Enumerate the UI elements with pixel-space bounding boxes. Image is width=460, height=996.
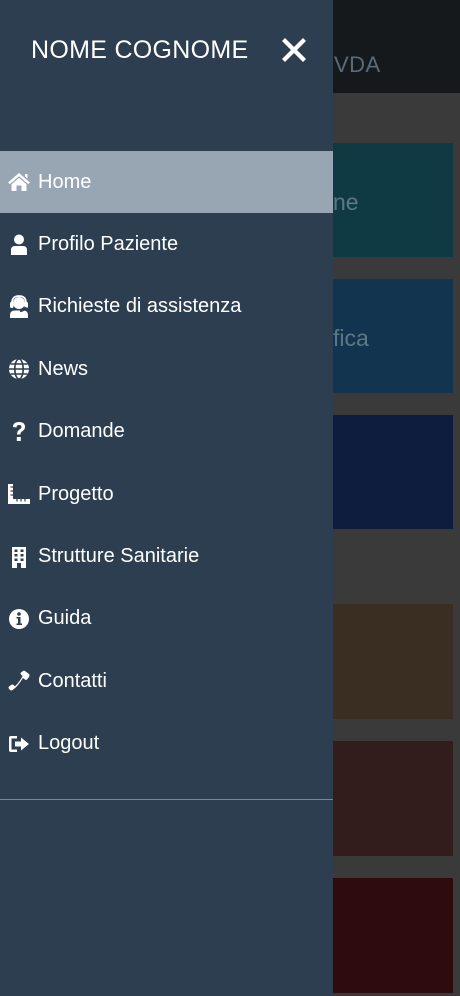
menu-divider bbox=[0, 799, 333, 800]
question-icon bbox=[0, 421, 38, 443]
phone-icon bbox=[0, 670, 38, 692]
user-name: NOME COGNOME bbox=[31, 36, 249, 64]
building-icon bbox=[0, 546, 38, 568]
menu-item-home[interactable]: Home bbox=[0, 151, 333, 214]
menu-item-profilo-paziente[interactable]: Profilo Paziente bbox=[0, 213, 333, 275]
drawer-header: NOME COGNOME bbox=[0, 0, 333, 110]
menu-item-domande[interactable]: Domande bbox=[0, 401, 333, 463]
app-screen: VDA ne fica NOME COGNOME Home Profilo Pa… bbox=[0, 0, 460, 996]
drawer-menu: Home Profilo Paziente Richieste di assis… bbox=[0, 151, 333, 775]
menu-item-contatti[interactable]: Contatti bbox=[0, 650, 333, 712]
menu-item-label: News bbox=[38, 357, 89, 380]
navigation-drawer: NOME COGNOME Home Profilo Paziente Richi… bbox=[0, 0, 333, 996]
background-card[interactable] bbox=[313, 878, 453, 993]
menu-item-strutture-sanitarie[interactable]: Strutture Sanitarie bbox=[0, 525, 333, 587]
home-icon bbox=[0, 172, 38, 192]
close-button[interactable] bbox=[278, 34, 310, 66]
globe-icon bbox=[0, 358, 38, 381]
ruler-icon bbox=[0, 483, 38, 505]
menu-item-label: Richieste di assistenza bbox=[38, 295, 242, 318]
background-header-title: VDA bbox=[334, 52, 381, 77]
background-card[interactable]: fica bbox=[313, 279, 453, 393]
support-agent-icon bbox=[0, 295, 38, 319]
info-icon bbox=[0, 608, 38, 630]
close-icon bbox=[282, 38, 306, 62]
menu-item-guida[interactable]: Guida bbox=[0, 588, 333, 650]
menu-item-news[interactable]: News bbox=[0, 338, 333, 400]
menu-item-label: Progetto bbox=[38, 482, 114, 505]
menu-item-label: Home bbox=[38, 170, 92, 193]
background-card[interactable] bbox=[313, 604, 453, 719]
menu-item-label: Guida bbox=[38, 607, 92, 630]
menu-item-progetto[interactable]: Progetto bbox=[0, 463, 333, 525]
menu-item-logout[interactable]: Logout bbox=[0, 713, 333, 775]
menu-item-richieste-assistenza[interactable]: Richieste di assistenza bbox=[0, 276, 333, 338]
user-icon bbox=[0, 234, 38, 256]
background-card[interactable]: ne bbox=[313, 143, 453, 257]
menu-item-label: Strutture Sanitarie bbox=[38, 545, 200, 568]
menu-item-label: Contatti bbox=[38, 669, 107, 692]
menu-item-label: Profilo Paziente bbox=[38, 233, 179, 256]
background-card[interactable] bbox=[313, 741, 453, 856]
background-card[interactable] bbox=[313, 415, 453, 529]
menu-item-label: Logout bbox=[38, 732, 100, 755]
menu-item-label: Domande bbox=[38, 420, 125, 443]
logout-icon bbox=[0, 734, 38, 754]
